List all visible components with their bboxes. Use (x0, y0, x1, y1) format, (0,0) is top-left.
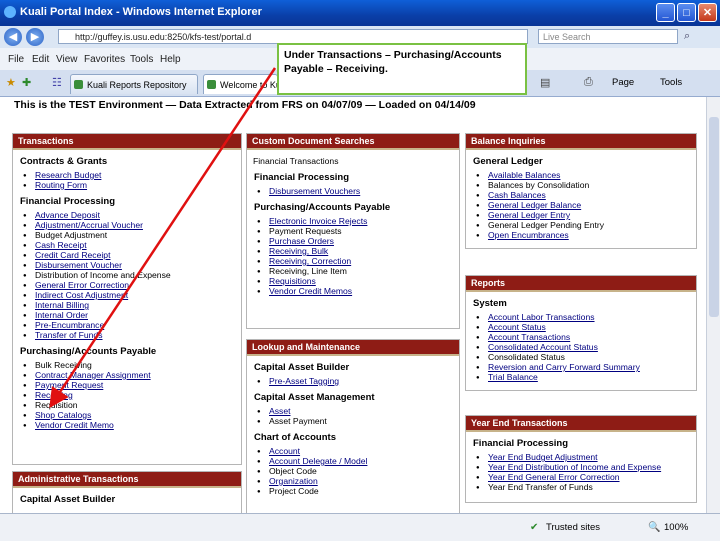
pointer-arrow (49, 67, 277, 409)
